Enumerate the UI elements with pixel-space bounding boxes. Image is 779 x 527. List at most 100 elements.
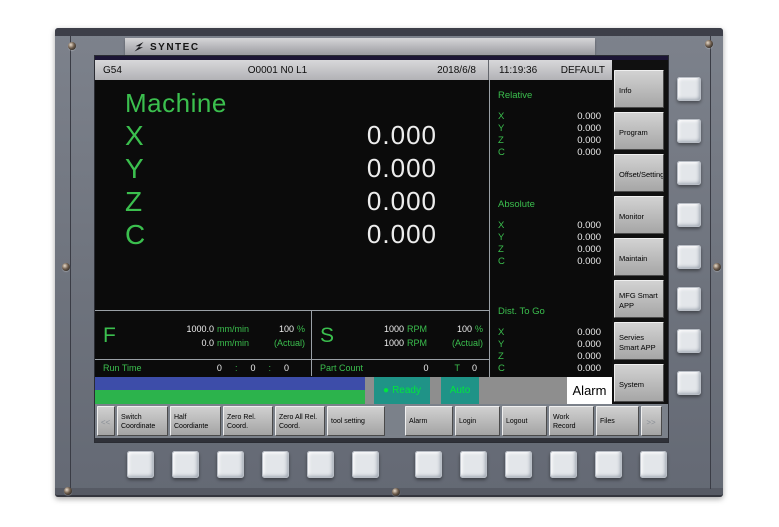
softkey-zero-all-rel-coord[interactable]: Zero All Rel. Coord.: [275, 406, 325, 436]
screw-icon: [68, 42, 76, 50]
softkey-switch-coordinate[interactable]: Switch Coordinate: [117, 406, 168, 436]
screw-icon: [392, 488, 400, 496]
run-time-hours: 0: [217, 363, 222, 373]
cnc-controller: SYNTEC G54 O0001 N0 L1 2018/6/8 11:19:36: [0, 0, 779, 527]
axis-value: 0.000: [577, 244, 611, 256]
monitor-bezel: SYNTEC G54 O0001 N0 L1 2018/6/8 11:19:36: [55, 28, 723, 497]
softkey-logout[interactable]: Logout: [502, 406, 547, 436]
sidebar-item-program[interactable]: Program: [614, 112, 664, 150]
feed-value: 1000.0: [186, 324, 214, 335]
axis-value: 0.000: [577, 339, 611, 351]
axis-value: 0.000: [577, 363, 611, 375]
axis-label: Z: [498, 135, 504, 147]
softkey-zero-rel-coord[interactable]: Zero Rel. Coord.: [223, 406, 273, 436]
ready-status-indicator: ● Ready: [374, 377, 430, 404]
axis-label: Y: [125, 153, 165, 185]
axis-value: 0.000: [577, 256, 611, 268]
alarm-status-label: Alarm: [573, 383, 607, 398]
feed-override: 100: [279, 324, 294, 335]
spindle-actual-value: 1000: [384, 338, 404, 349]
run-time-cell: Run Time 0 : 0 : 0: [95, 360, 312, 376]
physical-key-f2[interactable]: [677, 119, 701, 143]
mode-display: DEFAULT: [561, 65, 612, 76]
physical-key-b8[interactable]: [460, 451, 487, 478]
physical-key-f1[interactable]: [677, 77, 701, 101]
axis-value: 0.000: [367, 120, 437, 151]
softkey-login[interactable]: Login: [455, 406, 500, 436]
spindle-actual-tag: (Actual): [452, 338, 483, 349]
screw-icon: [62, 263, 70, 271]
physical-key-f8[interactable]: [677, 371, 701, 395]
axis-value: 0.000: [367, 153, 437, 184]
absolute-title: Absolute: [498, 199, 611, 211]
run-time-label: Run Time: [95, 363, 142, 373]
physical-key-f4[interactable]: [677, 203, 701, 227]
physical-key-f7[interactable]: [677, 329, 701, 353]
physical-key-f3[interactable]: [677, 161, 701, 185]
axis-row: Z 0.000: [125, 185, 489, 218]
axis-label: X: [125, 120, 165, 152]
physical-key-b10[interactable]: [550, 451, 577, 478]
spindle-percent-sign: %: [475, 324, 483, 335]
axis-value: 0.000: [577, 232, 611, 244]
part-count-value: 0: [423, 363, 428, 373]
softkey-files[interactable]: Files: [596, 406, 639, 436]
axis-label: Y: [498, 232, 504, 244]
softkey-page-next[interactable]: >>: [641, 406, 662, 436]
bezel-top-edge: [55, 28, 723, 36]
status-topbar: G54 O0001 N0 L1 2018/6/8 11:19:36 DEFAUL…: [95, 60, 612, 80]
axis-row: Y 0.000: [125, 152, 489, 185]
physical-key-b1[interactable]: [127, 451, 154, 478]
physical-key-b12[interactable]: [640, 451, 667, 478]
softkey-page-prev[interactable]: <<: [97, 406, 115, 436]
softkey-tool-setting[interactable]: tool setting: [327, 406, 385, 436]
coordinate-side-panel: Relative X0.000 Y0.000 Z0.000 C0.000 Abs…: [489, 80, 611, 377]
axis-label: Z: [125, 186, 165, 218]
physical-key-b5[interactable]: [307, 451, 334, 478]
physical-key-b9[interactable]: [505, 451, 532, 478]
sidebar-item-monitor[interactable]: Monitor: [614, 196, 664, 234]
sidebar-item-offset-setting[interactable]: Offset/Setting: [614, 154, 664, 192]
screen-content: G54 O0001 N0 L1 2018/6/8 11:19:36 DEFAUL…: [95, 60, 612, 404]
bezel-bottom-edge: [55, 488, 723, 497]
physical-key-b11[interactable]: [595, 451, 622, 478]
sidebar-item-info[interactable]: Info: [614, 70, 664, 108]
sidebar-item-mfg-smart-app[interactable]: MFG Smart APP: [614, 280, 664, 318]
spindle-actual-unit: RPM: [407, 338, 427, 349]
physical-key-b4[interactable]: [262, 451, 289, 478]
sidebar-item-system[interactable]: System: [614, 364, 664, 402]
physical-key-b6[interactable]: [352, 451, 379, 478]
softkey-work-record[interactable]: Work Record: [549, 406, 594, 436]
softkey-alarm[interactable]: Alarm: [405, 406, 453, 436]
date-display: 2018/6/8: [390, 65, 488, 76]
feed-actual-value: 0.0: [201, 338, 214, 349]
physical-key-f5[interactable]: [677, 245, 701, 269]
physical-key-b2[interactable]: [172, 451, 199, 478]
axis-value: 0.000: [577, 135, 611, 147]
axis-label: C: [498, 363, 505, 375]
physical-key-b7[interactable]: [415, 451, 442, 478]
physical-key-f6[interactable]: [677, 287, 701, 311]
machine-status-row: ● Ready Auto Alarm: [95, 377, 612, 404]
feedrate-panel: F 1000.0mm/min 100% 0.0mm/min: [95, 311, 312, 359]
sidebar-item-maintain[interactable]: Maintain: [614, 238, 664, 276]
dist-to-go-title: Dist. To Go: [498, 306, 611, 318]
progress-bars: [95, 377, 365, 404]
screw-icon: [64, 487, 72, 495]
active-gcode: G54: [95, 65, 165, 76]
function-menu-sidebar: Info Program Offset/Setting Monitor Main…: [612, 60, 668, 404]
axis-value: 0.000: [577, 327, 611, 339]
spindle-panel: S 1000RPM 100% 1000RPM (Actual: [312, 311, 489, 359]
spindle-unit: RPM: [407, 324, 427, 335]
axis-row: C 0.000: [125, 218, 489, 251]
run-time-minutes: 0: [250, 363, 255, 373]
axis-value: 0.000: [577, 351, 611, 363]
spindle-value: 1000: [384, 324, 404, 335]
softkey-row: << Switch Coordinate Half Coordiante Zer…: [95, 404, 668, 442]
time-separator: :: [268, 363, 271, 373]
sidebar-item-service-smart-app[interactable]: Servies Smart APP: [614, 322, 664, 360]
softkey-half-coordinate[interactable]: Half Coordiante: [170, 406, 221, 436]
physical-key-b3[interactable]: [217, 451, 244, 478]
lcd-screen: G54 O0001 N0 L1 2018/6/8 11:19:36 DEFAUL…: [95, 56, 668, 442]
relative-title: Relative: [498, 90, 611, 102]
